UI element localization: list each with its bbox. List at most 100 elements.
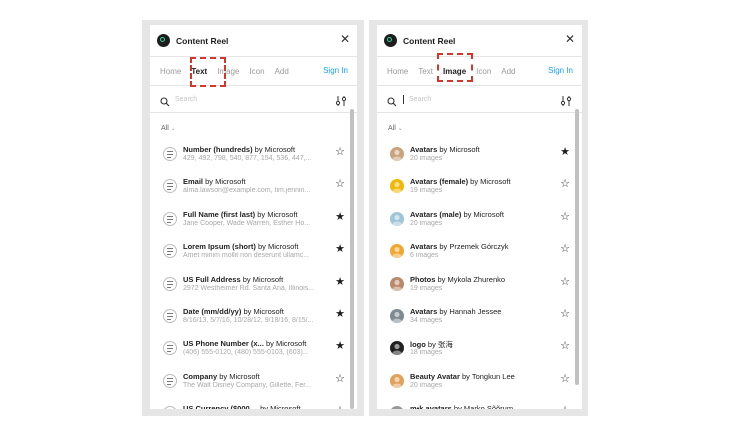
close-icon[interactable]: ✕ (565, 32, 575, 46)
text-lines-icon (163, 276, 177, 291)
item-preview: 20 images (410, 381, 443, 389)
tab-icon[interactable]: Icon (249, 67, 264, 76)
list-item[interactable]: Lorem Ipsum (short) by Microsoft Amet min… (150, 238, 357, 270)
item-preview: 6 images (410, 252, 439, 260)
item-title: Number (hundreds) by Microsoft (183, 145, 295, 154)
star-outline-icon[interactable]: ☆ (335, 145, 345, 159)
text-lines-icon (163, 244, 177, 259)
item-name: Avatars (410, 242, 438, 252)
item-preview: 19 images (410, 187, 443, 195)
plugin-header: Content Reel ✕ (150, 25, 357, 57)
star-filled-icon[interactable]: ★ (335, 275, 345, 289)
star-outline-icon[interactable]: ☆ (560, 242, 570, 256)
item-preview: Amet minim mollit non deserunt ullamc... (183, 252, 310, 260)
star-outline-icon[interactable]: ☆ (560, 177, 570, 191)
star-filled-icon[interactable]: ★ (560, 145, 570, 159)
list-item[interactable]: Date (mm/dd/yy) by Microsoft 8/16/13, 5/7… (150, 303, 357, 335)
star-outline-icon[interactable]: ☆ (335, 372, 345, 386)
list-item[interactable]: US Phone Number (x... by Microsoft (406) … (150, 335, 357, 367)
scrollbar[interactable] (350, 109, 354, 409)
tab-home[interactable]: Home (160, 67, 181, 76)
star-filled-icon[interactable]: ★ (335, 242, 345, 256)
filter-dropdown[interactable]: All ⌄ (377, 113, 582, 141)
star-outline-icon[interactable]: ☆ (560, 307, 570, 321)
sign-in-link[interactable]: Sign In (323, 66, 348, 75)
item-title: Email by Microsoft (183, 177, 246, 186)
content-list: Number (hundreds) by Microsoft 429, 492, … (150, 141, 357, 409)
star-outline-icon[interactable]: ☆ (560, 210, 570, 224)
close-icon[interactable]: ✕ (340, 32, 350, 46)
search-input[interactable]: Search (409, 96, 431, 103)
star-filled-icon[interactable]: ★ (335, 210, 345, 224)
item-name: Email (183, 177, 204, 187)
list-item[interactable]: logo by 张海 18 images ☆ (377, 335, 582, 367)
list-item[interactable]: Photos by Mykola Zhurenko 19 images ☆ (377, 271, 582, 303)
avatar-thumbnail-icon (390, 406, 404, 409)
list-item[interactable]: Number (hundreds) by Microsoft 429, 492, … (150, 141, 357, 173)
search-icon (387, 94, 397, 107)
star-outline-icon[interactable]: ☆ (560, 404, 570, 409)
star-outline-icon[interactable]: ☆ (560, 372, 570, 386)
tab-home[interactable]: Home (387, 67, 408, 76)
list-item[interactable]: Avatars (female) by Microsoft 19 images ☆ (377, 173, 582, 205)
item-preview: 19 images (410, 284, 443, 292)
list-item[interactable]: Avatars by Hannah Jessee 34 images ☆ (377, 303, 582, 335)
filter-icon[interactable] (560, 94, 572, 106)
tab-icon[interactable]: Icon (476, 67, 491, 76)
avatar-thumbnail-icon (390, 244, 404, 259)
list-item[interactable]: m•k avatars by Marko Sõõrum ☆ (377, 400, 582, 409)
item-author: by Przemek Górczyk (437, 242, 509, 252)
item-name: Company (183, 371, 218, 381)
item-name: m•k avatars (410, 404, 452, 409)
star-filled-icon[interactable]: ★ (335, 339, 345, 353)
item-title: Avatars by Microsoft (410, 145, 480, 154)
filter-dropdown[interactable]: All ⌄ (150, 113, 357, 141)
tab-add[interactable]: Add (275, 67, 289, 76)
list-item[interactable]: Email by Microsoft alma.lawson@example.co… (150, 173, 357, 205)
item-preview: 18 images (410, 349, 443, 357)
active-tab-highlight (190, 57, 226, 87)
item-name: Avatars (410, 306, 438, 316)
item-author: by Microsoft (203, 177, 246, 187)
item-author: by Microsoft (255, 209, 298, 219)
tab-add[interactable]: Add (501, 67, 515, 76)
search-input[interactable]: Search (175, 96, 197, 103)
sign-in-link[interactable]: Sign In (548, 66, 573, 75)
avatar-thumbnail-icon (390, 373, 404, 388)
list-item[interactable]: US Full Address by Microsoft 2972 Westhei… (150, 271, 357, 303)
list-item[interactable]: Avatars (male) by Microsoft 20 images ☆ (377, 206, 582, 238)
chevron-down-icon: ⌄ (397, 126, 403, 132)
tab-text[interactable]: Text (418, 67, 433, 76)
item-name: Avatars (410, 145, 438, 154)
item-name: Avatars (female) (410, 177, 469, 187)
avatar-thumbnail-icon (390, 308, 404, 323)
plugin-title: Content Reel (176, 35, 229, 46)
star-filled-icon[interactable]: ★ (335, 307, 345, 321)
list-item[interactable]: US Currency ($000.... by Microsoft ☆ (150, 400, 357, 409)
item-name: US Phone Number (x... (183, 339, 264, 349)
avatar-thumbnail-icon (390, 147, 404, 161)
item-preview: 2972 Westheimer Rd. Santa Ana, Illinois.… (183, 284, 314, 292)
scrollbar[interactable] (575, 109, 579, 385)
item-author: by Microsoft (255, 242, 299, 252)
chevron-down-icon: ⌄ (170, 126, 176, 132)
search-bar: Search (377, 86, 582, 113)
active-tab-highlight (437, 53, 473, 82)
filter-icon[interactable] (335, 94, 347, 106)
item-preview: 20 images (410, 155, 443, 162)
item-preview: Jane Cooper, Wade Warren, Esther Ho... (183, 219, 311, 227)
item-preview: 429, 492, 798, 540, 877, 154, 536, 447,.… (183, 155, 312, 162)
list-item[interactable]: Beauty Avatar by Tongkun Lee 20 images ☆ (377, 368, 582, 400)
star-outline-icon[interactable]: ☆ (335, 404, 345, 409)
star-outline-icon[interactable]: ☆ (560, 339, 570, 353)
content-reel-logo-icon (157, 34, 170, 47)
list-item[interactable]: Company by Microsoft The Walt Disney Comp… (150, 368, 357, 400)
star-outline-icon[interactable]: ☆ (335, 177, 345, 191)
list-item[interactable]: Avatars by Przemek Górczyk 6 images ☆ (377, 238, 582, 270)
text-lines-icon (163, 308, 177, 323)
list-item[interactable]: Full Name (first last) by Microsoft Jane … (150, 206, 357, 238)
item-author: by Tongkun Lee (459, 371, 515, 381)
star-outline-icon[interactable]: ☆ (560, 275, 570, 289)
list-item[interactable]: Avatars by Microsoft 20 images ★ (377, 141, 582, 173)
item-author: by Microsoft (252, 145, 296, 154)
